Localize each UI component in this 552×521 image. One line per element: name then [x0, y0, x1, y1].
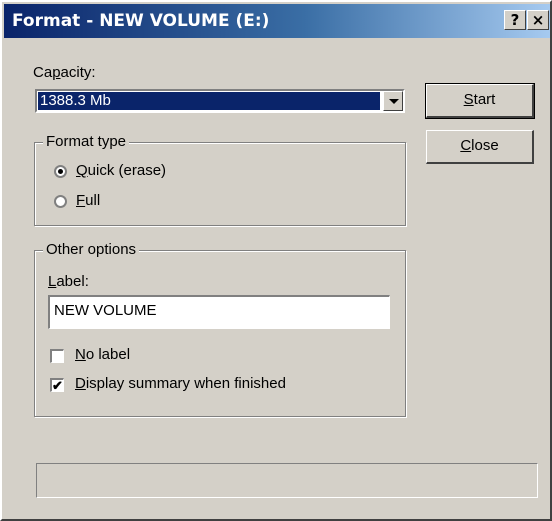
capacity-dropdown[interactable]: 1388.3 Mb [35, 89, 405, 113]
capacity-value: 1388.3 Mb [38, 92, 380, 110]
quick-rest: uick (erase) [87, 162, 167, 179]
close-button[interactable]: Close [426, 130, 534, 164]
capacity-label-pre: Ca [33, 64, 53, 81]
dropdown-button[interactable] [383, 91, 403, 111]
label-rest: abel: [56, 273, 89, 290]
quick-accel: Q [76, 162, 88, 179]
full-radio[interactable] [54, 195, 67, 208]
close-accel: C [460, 137, 472, 154]
volume-label-input[interactable]: NEW VOLUME [48, 295, 390, 329]
format-type-legend: Format type [43, 133, 130, 150]
capacity-label: Capacity: [33, 64, 96, 81]
capacity-label-post: acity: [60, 64, 96, 81]
display-summary-checkbox[interactable]: ✔ [50, 378, 64, 392]
capacity-label-accel: p [52, 64, 61, 81]
display-summary-accel: D [75, 375, 86, 392]
display-summary-text[interactable]: Display summary when finished [75, 375, 286, 392]
title-bar[interactable]: Format - NEW VOLUME (E:) ? × [4, 4, 550, 38]
quick-radio-label[interactable]: Quick (erase) [76, 162, 166, 179]
full-accel: F [76, 192, 86, 209]
no-label-checkbox[interactable] [50, 349, 64, 363]
other-options-legend: Other options [43, 241, 140, 258]
other-options-group: Other options Label: No label ✔ Display … [34, 241, 406, 417]
start-rest: tart [473, 91, 496, 108]
label-field-label: Label: [48, 273, 89, 290]
close-window-button[interactable]: × [527, 10, 549, 30]
chevron-down-icon [389, 99, 399, 104]
full-radio-label[interactable]: Full [76, 192, 100, 209]
progress-bar [36, 463, 538, 498]
help-button[interactable]: ? [504, 10, 526, 30]
start-button[interactable]: Start [425, 83, 535, 119]
format-dialog: Format - NEW VOLUME (E:) ? × Capacity: 1… [0, 0, 552, 521]
no-label-text[interactable]: No label [75, 346, 130, 363]
no-label-accel: N [75, 346, 86, 363]
display-summary-rest: isplay summary when finished [85, 375, 286, 392]
close-rest: lose [471, 137, 499, 154]
checkmark-icon: ✔ [52, 378, 63, 393]
full-rest: ull [85, 192, 101, 209]
quick-radio[interactable] [54, 165, 67, 178]
format-type-group: Format type Quick (erase) Full [34, 133, 406, 226]
start-accel: S [463, 91, 474, 108]
no-label-rest: o label [85, 346, 131, 363]
radio-selected-dot [58, 169, 63, 174]
window-title: Format - NEW VOLUME (E:) [12, 11, 270, 31]
